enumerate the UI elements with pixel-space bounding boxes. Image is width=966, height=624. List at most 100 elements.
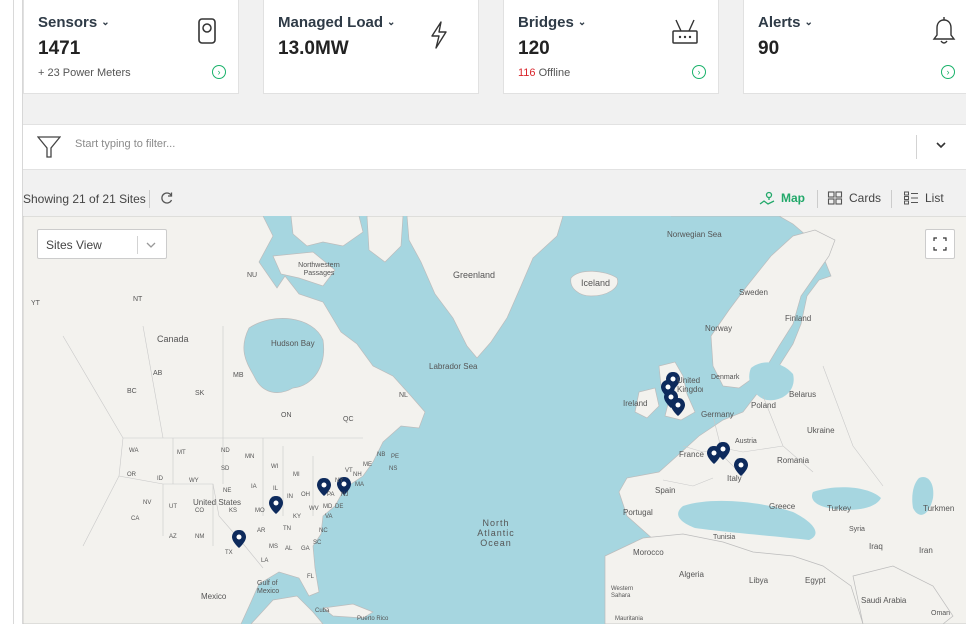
cards-icon: [827, 191, 843, 205]
map-label: AR: [257, 528, 266, 534]
power-meters-text: + 23 Power Meters: [38, 67, 131, 79]
map-label: Mexico: [201, 592, 227, 601]
map-label: Canada: [157, 334, 189, 344]
map-label: NM: [195, 534, 205, 540]
map-label: YT: [31, 300, 40, 307]
alerts-go-icon[interactable]: ›: [941, 65, 955, 79]
map-label: PE: [391, 454, 400, 460]
chevron-down-icon[interactable]: ⌄: [805, 17, 813, 28]
map-label: TX: [225, 550, 233, 556]
map-label: United Kingdom: [677, 376, 703, 394]
map-label: NC: [319, 528, 328, 534]
map-label: MB: [233, 372, 244, 379]
map-label: Iran: [919, 546, 933, 555]
map-label: NU: [247, 272, 258, 279]
map-label: Syria: [849, 526, 865, 533]
map-label: Norwegian Sea: [667, 230, 722, 239]
map-label: KS: [229, 508, 238, 514]
map-label: OH: [301, 492, 310, 498]
cards-view-button[interactable]: Cards: [827, 190, 881, 206]
filter-icon[interactable]: [37, 135, 61, 159]
map-label: IA: [251, 484, 257, 490]
bridges-title[interactable]: Bridges ⌄: [518, 14, 586, 31]
map-label: IN: [287, 494, 293, 500]
map-label: Oman: [931, 610, 951, 617]
managed-load-card[interactable]: Managed Load ⌄ 13.0MW: [263, 0, 479, 94]
map-label: ME: [363, 462, 372, 468]
fullscreen-button[interactable]: [925, 229, 955, 259]
map-label: Cuba: [315, 608, 330, 614]
map-view-label: Map: [781, 191, 805, 205]
map-label: MT: [177, 450, 186, 456]
map-view-button[interactable]: Map: [759, 190, 805, 206]
sensors-title[interactable]: Sensors ⌄: [38, 14, 110, 31]
map-label: Ukraine: [807, 426, 835, 435]
map-label: Iraq: [869, 542, 883, 551]
map-label: Greece: [769, 502, 796, 511]
map-label: Hudson Bay: [271, 339, 315, 348]
filter-input[interactable]: [73, 137, 897, 151]
map-label: Algeria: [679, 570, 704, 579]
map-label: MO: [255, 508, 265, 514]
map-label: AL: [285, 546, 293, 552]
chevron-down-icon[interactable]: ⌄: [387, 17, 395, 28]
map-label: NT: [133, 296, 143, 303]
map-label: FL: [307, 574, 315, 580]
chevron-down-icon[interactable]: ⌄: [101, 17, 109, 28]
map-label: VT: [345, 468, 353, 474]
filter-bar: [23, 124, 966, 170]
map-label: Italy: [727, 474, 742, 483]
managed-load-value: 13.0MW: [278, 38, 349, 59]
map-label: Belarus: [789, 390, 817, 399]
alerts-value: 90: [758, 38, 780, 59]
map-label: QC: [343, 416, 354, 423]
bridges-offline-text: 116 Offline: [518, 67, 571, 79]
chevron-down-icon[interactable]: ⌄: [578, 17, 586, 28]
map-label: MI: [293, 472, 300, 478]
bridges-card[interactable]: Bridges ⌄ 120 116 Offline ›: [503, 0, 719, 94]
map-label: OR: [127, 472, 136, 478]
map-label: Portugal: [623, 508, 653, 517]
refresh-icon[interactable]: [159, 190, 175, 206]
sensor-icon: [198, 18, 216, 44]
map-label: GA: [301, 546, 310, 552]
map-label: CO: [195, 508, 204, 514]
chevron-down-icon[interactable]: [935, 139, 947, 151]
list-view-button[interactable]: List: [903, 190, 944, 206]
cards-view-label: Cards: [849, 191, 882, 205]
chevron-down-icon[interactable]: [146, 240, 156, 250]
map-label: SK: [195, 390, 205, 397]
alerts-title[interactable]: Alerts ⌄: [758, 14, 813, 31]
map-label: Turkey: [827, 504, 852, 513]
list-view-label: List: [925, 191, 944, 205]
map-label: ID: [157, 476, 163, 482]
map-label: Turkmen: [923, 504, 955, 513]
map-label: Labrador Sea: [429, 362, 478, 371]
sites-view-select[interactable]: Sites View: [37, 229, 167, 259]
sites-map[interactable]: Norwegian Sea Northwestern Passages Gree…: [23, 216, 966, 624]
sensors-card[interactable]: Sensors ⌄ 1471 + 23 Power Meters ›: [23, 0, 239, 94]
sites-view-label: Sites View: [46, 238, 102, 252]
bridges-go-icon[interactable]: ›: [692, 65, 706, 79]
map-label: LA: [261, 558, 269, 564]
map-label: NY: [335, 478, 344, 484]
map-label: North Atlantic Ocean: [477, 518, 515, 548]
map-label: SD: [221, 466, 230, 472]
view-toolbar: Showing 21 of 21 Sites Map Cards List: [23, 180, 966, 216]
map-label: Gulf of Mexico: [257, 580, 280, 595]
map-label: NV: [143, 500, 152, 506]
map-label: NB: [377, 452, 386, 458]
map-label: WA: [129, 448, 139, 454]
map-label: Western Sahara: [611, 586, 634, 599]
map-icon: [759, 191, 775, 205]
map-label: WV: [309, 506, 319, 512]
alerts-card[interactable]: Alerts ⌄ 90 ›: [743, 0, 966, 94]
map-label: AB: [153, 370, 163, 377]
map-label: Germany: [701, 410, 734, 419]
sensors-go-icon[interactable]: ›: [212, 65, 226, 79]
map-label: Tunisia: [713, 534, 736, 541]
managed-load-title[interactable]: Managed Load ⌄: [278, 14, 395, 31]
map-label: KY: [293, 514, 302, 520]
map-label: ND: [221, 448, 230, 454]
main-content: Sensors ⌄ 1471 + 23 Power Meters › Manage…: [22, 0, 966, 624]
